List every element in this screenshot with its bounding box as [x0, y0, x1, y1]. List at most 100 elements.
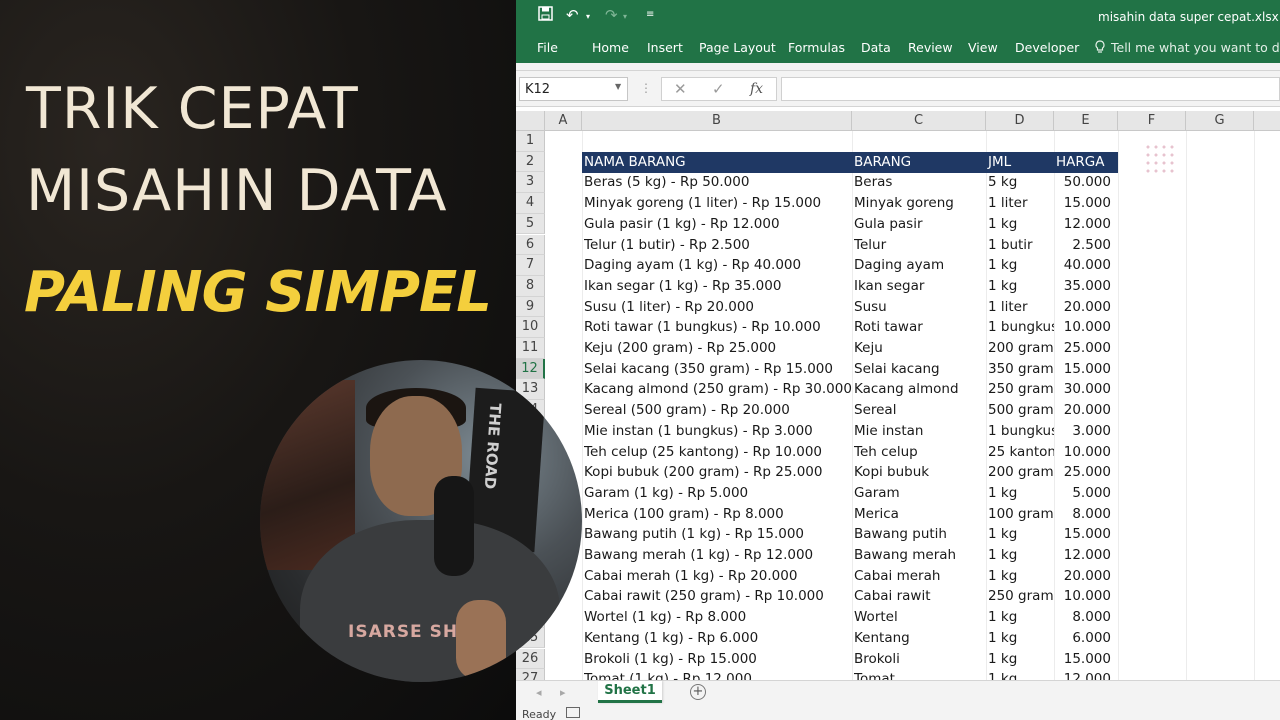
cell-nama-barang[interactable]: Merica (100 gram) - Rp 8.000 — [584, 504, 852, 525]
cell-nama-barang[interactable]: Kopi bubuk (200 gram) - Rp 25.000 — [584, 462, 852, 483]
cell-nama-barang[interactable]: Daging ayam (1 kg) - Rp 40.000 — [584, 255, 852, 276]
cell-nama-barang[interactable]: Ikan segar (1 kg) - Rp 35.000 — [584, 276, 852, 297]
cell-jml[interactable]: 200 gram — [988, 462, 1054, 483]
redo-dropdown-icon[interactable]: ▾ — [623, 12, 627, 21]
cell-harga[interactable]: 3.000 — [1054, 421, 1118, 442]
cell-nama-barang[interactable]: Wortel (1 kg) - Rp 8.000 — [584, 607, 852, 628]
cell-nama-barang[interactable]: Kentang (1 kg) - Rp 6.000 — [584, 628, 852, 649]
enter-icon[interactable]: ✓ — [712, 80, 725, 98]
cell-barang[interactable]: Merica — [854, 504, 986, 525]
cell-harga[interactable]: 8.000 — [1054, 607, 1118, 628]
tab-review[interactable]: Review — [908, 40, 953, 55]
row-header[interactable]: 6 — [516, 234, 545, 256]
row-header[interactable]: 11 — [516, 338, 545, 359]
undo-dropdown-icon[interactable]: ▾ — [586, 12, 590, 21]
cell-harga[interactable]: 8.000 — [1054, 504, 1118, 525]
cell-barang[interactable]: Gula pasir — [854, 214, 986, 235]
cell-harga[interactable]: 25.000 — [1054, 338, 1118, 359]
cell-nama-barang[interactable]: Beras (5 kg) - Rp 50.000 — [584, 172, 852, 193]
worksheet-grid[interactable]: A B C D E F G 12345678910111213141516171… — [516, 107, 1280, 690]
cell-harga[interactable]: 25.000 — [1054, 462, 1118, 483]
cell-harga[interactable]: 10.000 — [1054, 317, 1118, 338]
macro-record-icon[interactable] — [566, 707, 580, 718]
cell-nama-barang[interactable]: Sereal (500 gram) - Rp 20.000 — [584, 400, 852, 421]
cell-barang[interactable]: Brokoli — [854, 649, 986, 670]
cell-harga[interactable]: 5.000 — [1054, 483, 1118, 504]
cell-barang[interactable]: Sereal — [854, 400, 986, 421]
cell-jml[interactable]: 250 gram — [988, 586, 1054, 607]
cell-jml[interactable]: 5 kg — [988, 172, 1054, 193]
cell-jml[interactable]: 1 kg — [988, 566, 1054, 587]
cell-harga[interactable]: 12.000 — [1054, 545, 1118, 566]
sheet-tab-sheet1[interactable]: Sheet1 — [598, 681, 662, 703]
cell-jml[interactable]: 1 kg — [988, 649, 1054, 670]
tab-page-layout[interactable]: Page Layout — [699, 40, 776, 55]
cell-nama-barang[interactable]: Bawang putih (1 kg) - Rp 15.000 — [584, 524, 852, 545]
cell-nama-barang[interactable]: Cabai rawit (250 gram) - Rp 10.000 — [584, 586, 852, 607]
cell-jml[interactable]: 100 gram — [988, 504, 1054, 525]
tell-me-search[interactable]: Tell me what you want to do... — [1111, 40, 1280, 55]
cell-jml[interactable]: 1 kg — [988, 483, 1054, 504]
tab-formulas[interactable]: Formulas — [788, 40, 845, 55]
cell-barang[interactable]: Susu — [854, 297, 986, 318]
cell-jml[interactable]: 1 butir — [988, 235, 1054, 256]
row-header[interactable]: 10 — [516, 317, 545, 338]
cell-harga[interactable]: 12.000 — [1054, 214, 1118, 235]
add-sheet-icon[interactable]: + — [690, 684, 706, 700]
cell-jml[interactable]: 1 kg — [988, 524, 1054, 545]
row-header[interactable]: 7 — [516, 255, 545, 276]
cell-nama-barang[interactable]: Kacang almond (250 gram) - Rp 30.000 — [584, 379, 852, 400]
cell-harga[interactable]: 20.000 — [1054, 400, 1118, 421]
cell-harga[interactable]: 15.000 — [1054, 193, 1118, 214]
tab-file[interactable]: File — [537, 40, 558, 55]
redo-icon[interactable]: ↷ — [605, 6, 618, 24]
cell-jml[interactable]: 1 kg — [988, 545, 1054, 566]
cell-nama-barang[interactable]: Susu (1 liter) - Rp 20.000 — [584, 297, 852, 318]
cell-jml[interactable]: 1 kg — [988, 255, 1054, 276]
cell-nama-barang[interactable]: Gula pasir (1 kg) - Rp 12.000 — [584, 214, 852, 235]
cell-jml[interactable]: 1 liter — [988, 297, 1054, 318]
cell-barang[interactable]: Kopi bubuk — [854, 462, 986, 483]
cell-barang[interactable]: Kacang almond — [854, 379, 986, 400]
cell-nama-barang[interactable]: Bawang merah (1 kg) - Rp 12.000 — [584, 545, 852, 566]
row-header[interactable]: 1 — [516, 131, 545, 152]
header-barang[interactable]: BARANG — [854, 154, 911, 170]
select-all-corner[interactable] — [516, 111, 545, 131]
customize-toolbar-icon[interactable]: ≡ — [646, 9, 654, 20]
row-header[interactable]: 3 — [516, 172, 545, 194]
cell-barang[interactable]: Cabai rawit — [854, 586, 986, 607]
cell-harga[interactable]: 40.000 — [1054, 255, 1118, 276]
cell-jml[interactable]: 1 kg — [988, 607, 1054, 628]
cell-barang[interactable]: Keju — [854, 338, 986, 359]
cell-jml[interactable]: 250 gram — [988, 379, 1054, 400]
cell-nama-barang[interactable]: Keju (200 gram) - Rp 25.000 — [584, 338, 852, 359]
undo-icon[interactable]: ↶ — [566, 6, 579, 24]
name-box-dropdown-icon[interactable]: ▼ — [615, 82, 621, 91]
save-icon[interactable] — [538, 6, 553, 25]
row-header[interactable]: 12 — [516, 358, 545, 380]
cell-barang[interactable]: Roti tawar — [854, 317, 986, 338]
tab-insert[interactable]: Insert — [647, 40, 683, 55]
tab-developer[interactable]: Developer — [1015, 40, 1079, 55]
cell-barang[interactable]: Beras — [854, 172, 986, 193]
cell-barang[interactable]: Mie instan — [854, 421, 986, 442]
cancel-icon[interactable]: ✕ — [674, 80, 687, 98]
cell-jml[interactable]: 1 liter — [988, 193, 1054, 214]
column-header-g[interactable]: G — [1186, 111, 1254, 131]
sheet-next-icon[interactable]: ▸ — [560, 686, 566, 699]
cell-nama-barang[interactable]: Cabai merah (1 kg) - Rp 20.000 — [584, 566, 852, 587]
tab-view[interactable]: View — [968, 40, 998, 55]
column-header-c[interactable]: C — [852, 111, 986, 131]
cell-jml[interactable]: 25 kanton — [988, 442, 1054, 463]
cell-harga[interactable]: 35.000 — [1054, 276, 1118, 297]
formula-input[interactable] — [781, 77, 1280, 101]
cell-jml[interactable]: 1 bungkus — [988, 317, 1054, 338]
cell-harga[interactable]: 30.000 — [1054, 379, 1118, 400]
header-nama-barang[interactable]: NAMA BARANG — [584, 154, 686, 170]
column-header-e[interactable]: E — [1054, 111, 1118, 131]
cell-barang[interactable]: Bawang putih — [854, 524, 986, 545]
sheet-prev-icon[interactable]: ◂ — [536, 686, 542, 699]
cell-harga[interactable]: 15.000 — [1054, 359, 1118, 380]
cell-nama-barang[interactable]: Roti tawar (1 bungkus) - Rp 10.000 — [584, 317, 852, 338]
name-box[interactable]: K12 — [519, 77, 628, 101]
